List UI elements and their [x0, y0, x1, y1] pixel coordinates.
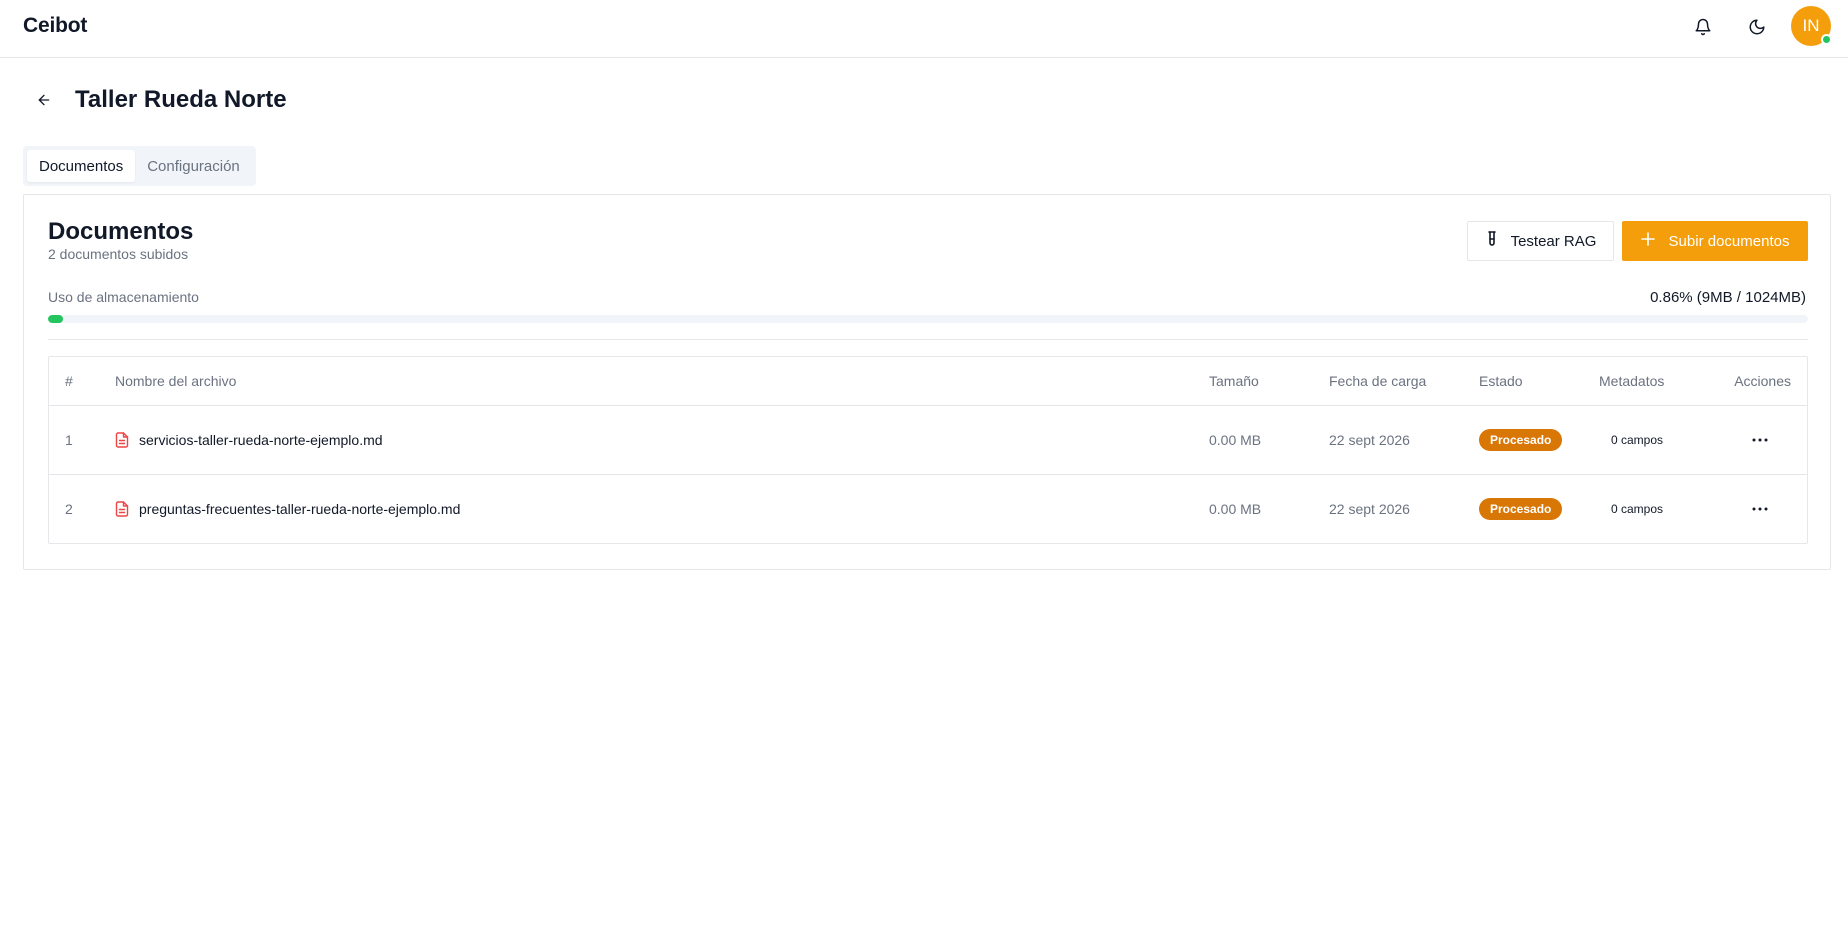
avatar-initials: IN — [1802, 16, 1820, 35]
arrow-left-icon — [36, 92, 52, 113]
documents-card: Documentos 2 documentos subidos Testear … — [23, 194, 1831, 570]
plus-icon — [1640, 232, 1655, 250]
header-name[interactable]: Nombre del archivo — [115, 357, 236, 405]
row-metadata: 0 campos — [1611, 433, 1664, 447]
tab-documentos[interactable]: Documentos — [27, 150, 136, 182]
header-size[interactable]: Tamaño — [1209, 357, 1259, 405]
file-name-text: preguntas-frecuentes-taller-rueda-norte-… — [139, 501, 461, 517]
storage-progress-fill — [48, 315, 64, 323]
header-actions: Acciones — [1734, 373, 1791, 389]
row-actions — [1729, 406, 1791, 474]
row-num: 1 — [65, 432, 73, 448]
theme-toggle-button[interactable] — [1740, 12, 1774, 46]
file-name-text: servicios-taller-rueda-norte-ejemplo.md — [139, 432, 383, 448]
more-horizontal-icon — [1752, 438, 1768, 442]
upload-documents-button[interactable]: Subir documentos — [1622, 221, 1808, 261]
online-status-dot — [1821, 34, 1832, 45]
storage-progress-bar — [48, 315, 1808, 323]
tab-list: Documentos Configuración — [23, 146, 256, 186]
tab-configuracion[interactable]: Configuración — [135, 150, 252, 182]
file-text-icon — [115, 501, 129, 517]
storage-value: 0.86% (9MB / 1024MB) — [1650, 289, 1806, 306]
table-row[interactable]: 1 servicios-taller-rueda-norte-ejemplo.m… — [49, 405, 1807, 474]
table-header-row: # Nombre del archivo Tamaño Fecha de car… — [49, 357, 1807, 405]
test-rag-button[interactable]: Testear RAG — [1467, 221, 1614, 261]
more-horizontal-icon — [1752, 507, 1768, 511]
row-metadata: 0 campos — [1611, 502, 1664, 516]
row-file-name[interactable]: servicios-taller-rueda-norte-ejemplo.md — [115, 406, 383, 474]
moon-icon — [1748, 18, 1766, 41]
row-actions — [1729, 475, 1791, 543]
test-rag-label: Testear RAG — [1510, 232, 1597, 250]
header-status[interactable]: Estado — [1479, 357, 1523, 405]
documents-count: 2 documentos subidos — [48, 246, 189, 262]
status-badge: Procesado — [1479, 498, 1563, 520]
notifications-button[interactable] — [1686, 12, 1720, 46]
status-badge: Procesado — [1479, 429, 1563, 451]
top-bar: Ceibot IN — [0, 0, 1848, 58]
upload-documents-label: Subir documentos — [1668, 232, 1790, 250]
header-num: # — [65, 373, 73, 389]
test-tube-icon — [1485, 231, 1499, 251]
row-size: 0.00 MB — [1209, 432, 1262, 448]
header-date[interactable]: Fecha de carga — [1329, 357, 1426, 405]
storage-label: Uso de almacenamiento — [48, 289, 199, 305]
documents-table: # Nombre del archivo Tamaño Fecha de car… — [48, 356, 1808, 544]
back-button[interactable] — [30, 88, 58, 116]
row-status: Procesado — [1479, 406, 1563, 474]
header-meta: Metadatos — [1599, 373, 1665, 389]
page-title: Taller Rueda Norte — [75, 86, 287, 113]
row-size: 0.00 MB — [1209, 501, 1262, 517]
bell-icon — [1694, 18, 1712, 41]
row-file-name[interactable]: preguntas-frecuentes-taller-rueda-norte-… — [115, 475, 460, 543]
row-num: 2 — [65, 501, 73, 517]
user-avatar[interactable]: IN — [1791, 6, 1832, 46]
row-status: Procesado — [1479, 475, 1563, 543]
more-actions-button[interactable] — [1745, 495, 1775, 523]
row-date: 22 sept 2026 — [1329, 501, 1410, 517]
row-date: 22 sept 2026 — [1329, 432, 1410, 448]
table-row[interactable]: 2 preguntas-frecuentes-taller-rueda-nort… — [49, 474, 1807, 543]
more-actions-button[interactable] — [1745, 426, 1775, 454]
divider — [48, 339, 1808, 340]
documents-title: Documentos — [48, 218, 194, 245]
brand-logo[interactable]: Ceibot — [23, 14, 87, 38]
file-text-icon — [115, 432, 129, 448]
